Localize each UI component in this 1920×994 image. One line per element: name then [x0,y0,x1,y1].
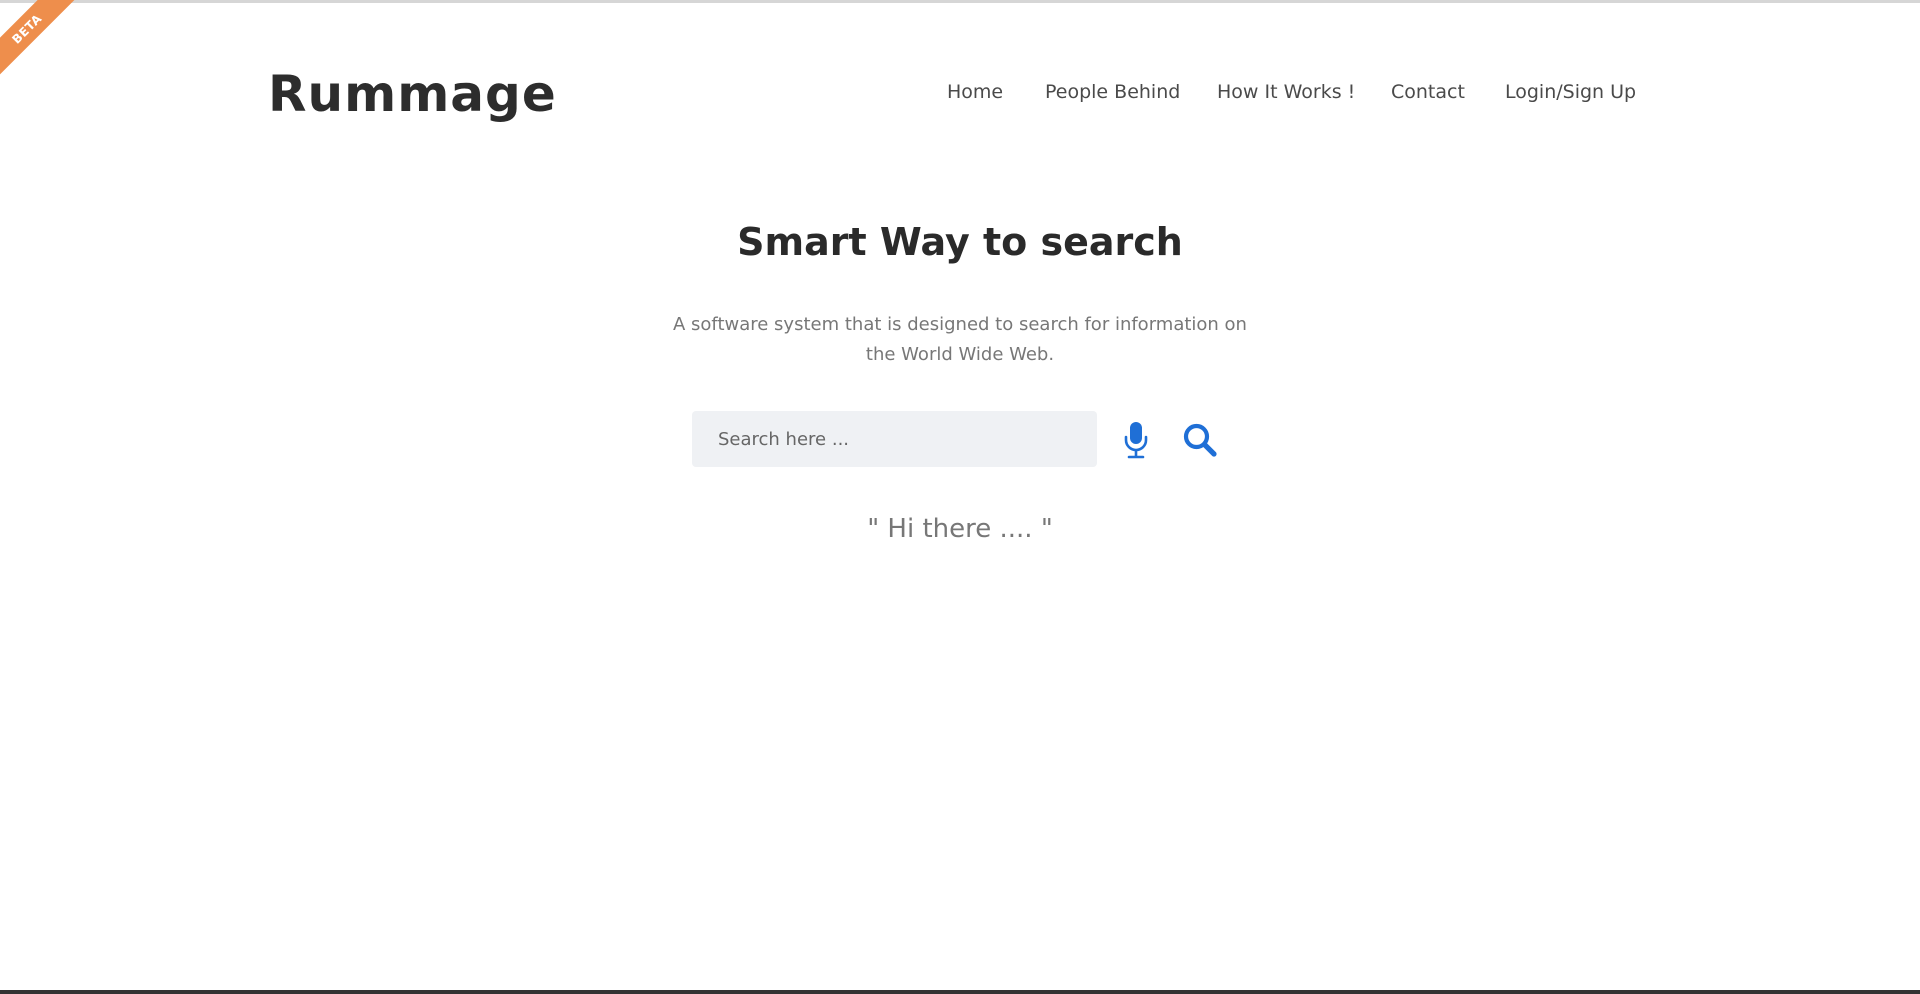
nav-login-signup[interactable]: Login/Sign Up [1505,78,1636,106]
search-input[interactable] [692,411,1097,467]
search-button[interactable] [1180,420,1220,460]
nav-people-behind[interactable]: People Behind [1045,78,1180,106]
nav-home[interactable]: Home [947,78,1003,106]
voice-search-button[interactable] [1118,420,1154,460]
beta-label: BETA [0,0,83,85]
greeting-text: " Hi there .... " [867,514,1053,544]
bottom-border [0,990,1920,994]
main-nav: Home People Behind How It Works ! Contac… [0,78,1920,108]
search-icon [1183,423,1217,457]
nav-how-it-works[interactable]: How It Works ! [1217,78,1355,106]
microphone-icon [1124,422,1148,459]
beta-ribbon: BETA [0,0,90,90]
hero-title: Smart Way to search [737,220,1183,264]
hero-subtitle: A software system that is designed to se… [673,314,1247,365]
top-border [0,0,1920,3]
nav-contact[interactable]: Contact [1391,78,1465,106]
